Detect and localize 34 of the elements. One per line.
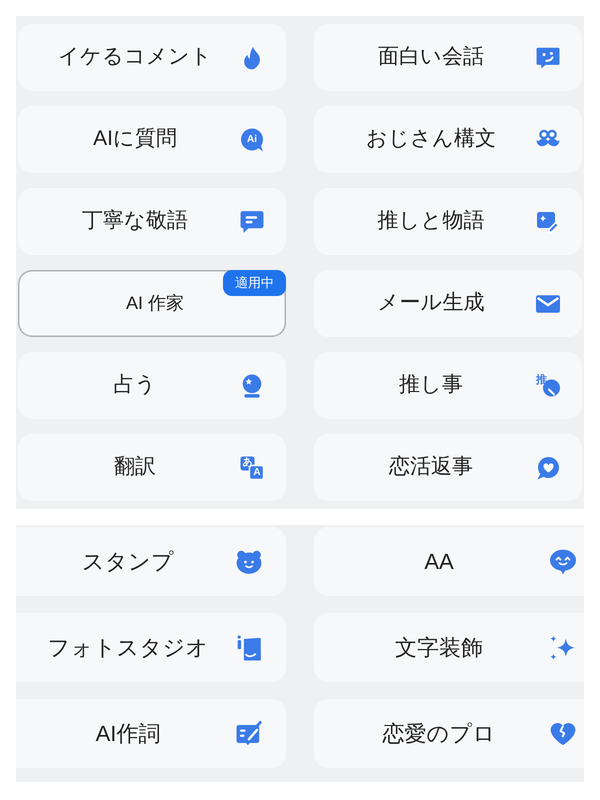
option-card[interactable]: おじさん構文 xyxy=(314,106,582,173)
sparkles-icon xyxy=(550,634,576,660)
option-card[interactable]: 文字装飾 xyxy=(314,613,584,682)
crystal-ball-icon xyxy=(240,374,264,398)
option-card[interactable]: AI 作家 適用中 xyxy=(18,270,286,337)
status-badge: 適用中 xyxy=(223,270,286,296)
bear-face-icon xyxy=(236,548,262,574)
option-card[interactable]: イケるコメント xyxy=(18,24,286,91)
option-card[interactable]: AIに質問 Ai xyxy=(18,106,286,173)
option-card[interactable]: 丁寧な敬語 xyxy=(18,188,286,255)
option-card[interactable]: 恋愛のプロ xyxy=(314,699,584,768)
image-pencil-icon xyxy=(536,210,560,234)
heart-chat-icon xyxy=(536,456,560,480)
option-card[interactable]: フォトスタジオ xyxy=(16,613,286,682)
option-card[interactable]: 占う xyxy=(18,352,286,419)
icon-letters: 推 xyxy=(536,374,547,386)
smiley-bubble-icon xyxy=(550,548,576,574)
option-card[interactable]: AI作詞 xyxy=(16,699,286,768)
message-icon xyxy=(240,210,264,234)
option-card[interactable]: 翻訳 あ A xyxy=(18,434,286,501)
option-card[interactable]: メール生成 xyxy=(314,270,582,337)
option-card[interactable]: スタンプ xyxy=(16,527,286,596)
broken-heart-icon xyxy=(550,720,576,746)
option-card[interactable]: 推しと物語 xyxy=(314,188,582,255)
option-card[interactable]: 推し事 推 xyxy=(314,352,582,419)
notebook-pen-icon xyxy=(236,720,262,746)
icon-letters: A xyxy=(252,466,262,480)
icon-letters: Ai xyxy=(246,132,258,146)
option-card[interactable]: 恋活返事 xyxy=(314,434,582,501)
icon-letters: あ xyxy=(242,456,254,470)
option-card[interactable]: 面白い会話 xyxy=(314,24,582,91)
smiley-chat-icon xyxy=(536,46,560,70)
option-card[interactable]: AA xyxy=(314,527,584,596)
photo-frame-icon xyxy=(236,634,262,660)
